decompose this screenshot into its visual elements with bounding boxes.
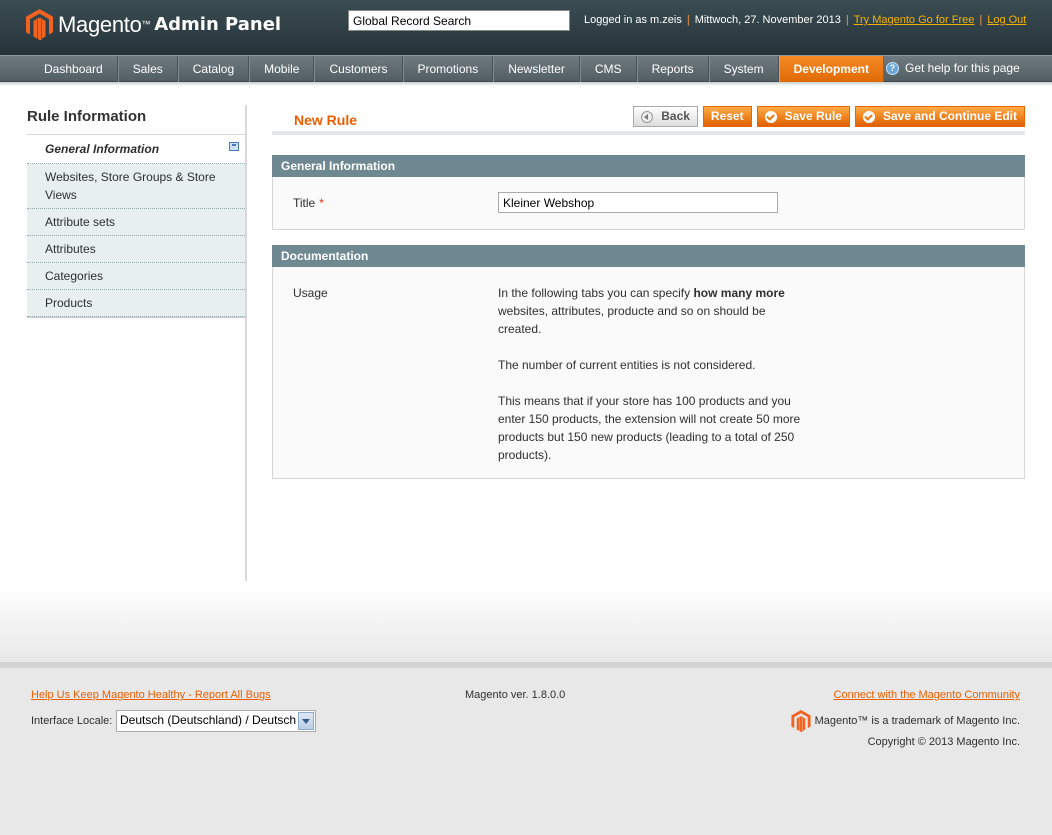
back-button[interactable]: Back — [633, 106, 698, 127]
magento-footer-logo-icon — [791, 710, 811, 732]
copyright-text: Copyright © 2013 Magento Inc. — [867, 736, 1020, 748]
help-icon: ? — [886, 61, 899, 75]
tab-products[interactable]: Products — [27, 290, 247, 317]
nav-system[interactable]: System — [708, 56, 779, 82]
save-and-continue-button[interactable]: Save and Continue Edit — [854, 106, 1025, 127]
general-information-section: Title * — [272, 177, 1025, 230]
nav-reports[interactable]: Reports — [636, 56, 709, 82]
header-links: Logged in as m.zeis | Mittwoch, 27. Novemb… — [584, 14, 1027, 26]
nav-mobile[interactable]: Mobile — [249, 56, 315, 82]
locale-label: Interface Locale: — [31, 715, 113, 727]
sidebar-tabs: General Information Websites, Store Grou… — [27, 135, 247, 318]
sidebar-divider — [245, 105, 247, 581]
sidebar-title: Rule Information — [27, 105, 247, 135]
global-search-input[interactable] — [348, 10, 570, 31]
nav-customers[interactable]: Customers — [314, 56, 403, 82]
tab-attributes[interactable]: Attributes — [27, 236, 247, 263]
footer-gradient — [0, 585, 1052, 662]
sidebar: Rule Information General Information Web… — [27, 105, 247, 318]
tab-attribute-sets[interactable]: Attribute sets — [27, 209, 247, 236]
action-buttons: Back Reset Save Rule Save and Continue E… — [628, 106, 1025, 127]
logged-in-text: Logged in as m.zeis — [584, 14, 682, 26]
tab-categories[interactable]: Categories — [27, 263, 247, 290]
required-marker: * — [319, 196, 324, 210]
nav-dashboard[interactable]: Dashboard — [30, 56, 118, 82]
try-magento-go-link[interactable]: Try Magento Go for Free — [854, 14, 975, 26]
trademark-text: Magento™ is a trademark of Magento Inc. — [814, 715, 1020, 727]
nav-newsletter[interactable]: Newsletter — [493, 56, 580, 82]
title-label: Title * — [293, 196, 324, 210]
nav-sales[interactable]: Sales — [117, 56, 178, 82]
locale-select[interactable]: Deutsch (Deutschland) / Deutsch — [116, 710, 316, 732]
reset-button[interactable]: Reset — [702, 106, 752, 127]
version-text: Magento ver. 1.8.0.0 — [465, 689, 566, 701]
dropdown-arrow-icon — [298, 712, 314, 730]
nav-shadow — [0, 82, 1052, 86]
footer: Help Us Keep Magento Healthy - Report Al… — [0, 662, 1052, 835]
help-label: Get help for this page — [905, 61, 1020, 75]
usage-label: Usage — [293, 286, 328, 300]
tab-label: General Information — [45, 142, 160, 156]
documentation-section: Usage In the following tabs you can spec… — [272, 267, 1025, 479]
community-link[interactable]: Connect with the Magento Community — [834, 689, 1020, 701]
save-state-icon — [229, 142, 239, 151]
tab-websites-store-groups[interactable]: Websites, Store Groups & Store Views — [27, 164, 247, 209]
content-header: New Rule Back Reset Save Rule Save and C… — [272, 105, 1025, 135]
title-input[interactable] — [498, 192, 778, 213]
nav-promotions[interactable]: Promotions — [402, 56, 494, 82]
magento-logo-icon — [26, 9, 53, 40]
back-arrow-icon — [641, 110, 654, 123]
check-icon — [764, 110, 777, 123]
nav-catalog[interactable]: Catalog — [177, 56, 250, 82]
page-title: New Rule — [294, 112, 358, 128]
brand-subtitle: Admin Panel — [154, 14, 282, 35]
main-nav: Dashboard Sales Catalog Mobile Customers… — [0, 55, 1052, 82]
usage-paragraph-2: The number of current entities is not co… — [498, 358, 756, 372]
usage-text: In the following tabs you can specify ho… — [498, 284, 808, 482]
brand-name: Magento™ — [58, 12, 151, 37]
usage-paragraph-3: This means that if your store has 100 pr… — [498, 394, 801, 462]
logout-link[interactable]: Log Out — [987, 14, 1026, 26]
tab-general-information[interactable]: General Information — [27, 135, 247, 164]
check-icon — [862, 110, 875, 123]
nav-cms[interactable]: CMS — [579, 56, 637, 82]
save-rule-button[interactable]: Save Rule — [756, 106, 850, 127]
general-information-heading: General Information — [272, 155, 1025, 177]
nav-development[interactable]: Development — [778, 56, 884, 82]
usage-paragraph-1: In the following tabs you can specify ho… — [498, 286, 785, 336]
locale-value: Deutsch (Deutschland) / Deutsch — [120, 713, 297, 727]
help-link[interactable]: ? Get help for this page — [886, 61, 1020, 75]
admin-header: Magento™ Admin Panel Logged in as m.zeis… — [0, 0, 1052, 55]
header-date: Mittwoch, 27. November 2013 — [694, 14, 841, 26]
report-bugs-link[interactable]: Help Us Keep Magento Healthy - Report Al… — [31, 689, 271, 701]
magento-logo[interactable]: Magento™ Admin Panel — [26, 9, 281, 40]
documentation-heading: Documentation — [272, 245, 1025, 267]
